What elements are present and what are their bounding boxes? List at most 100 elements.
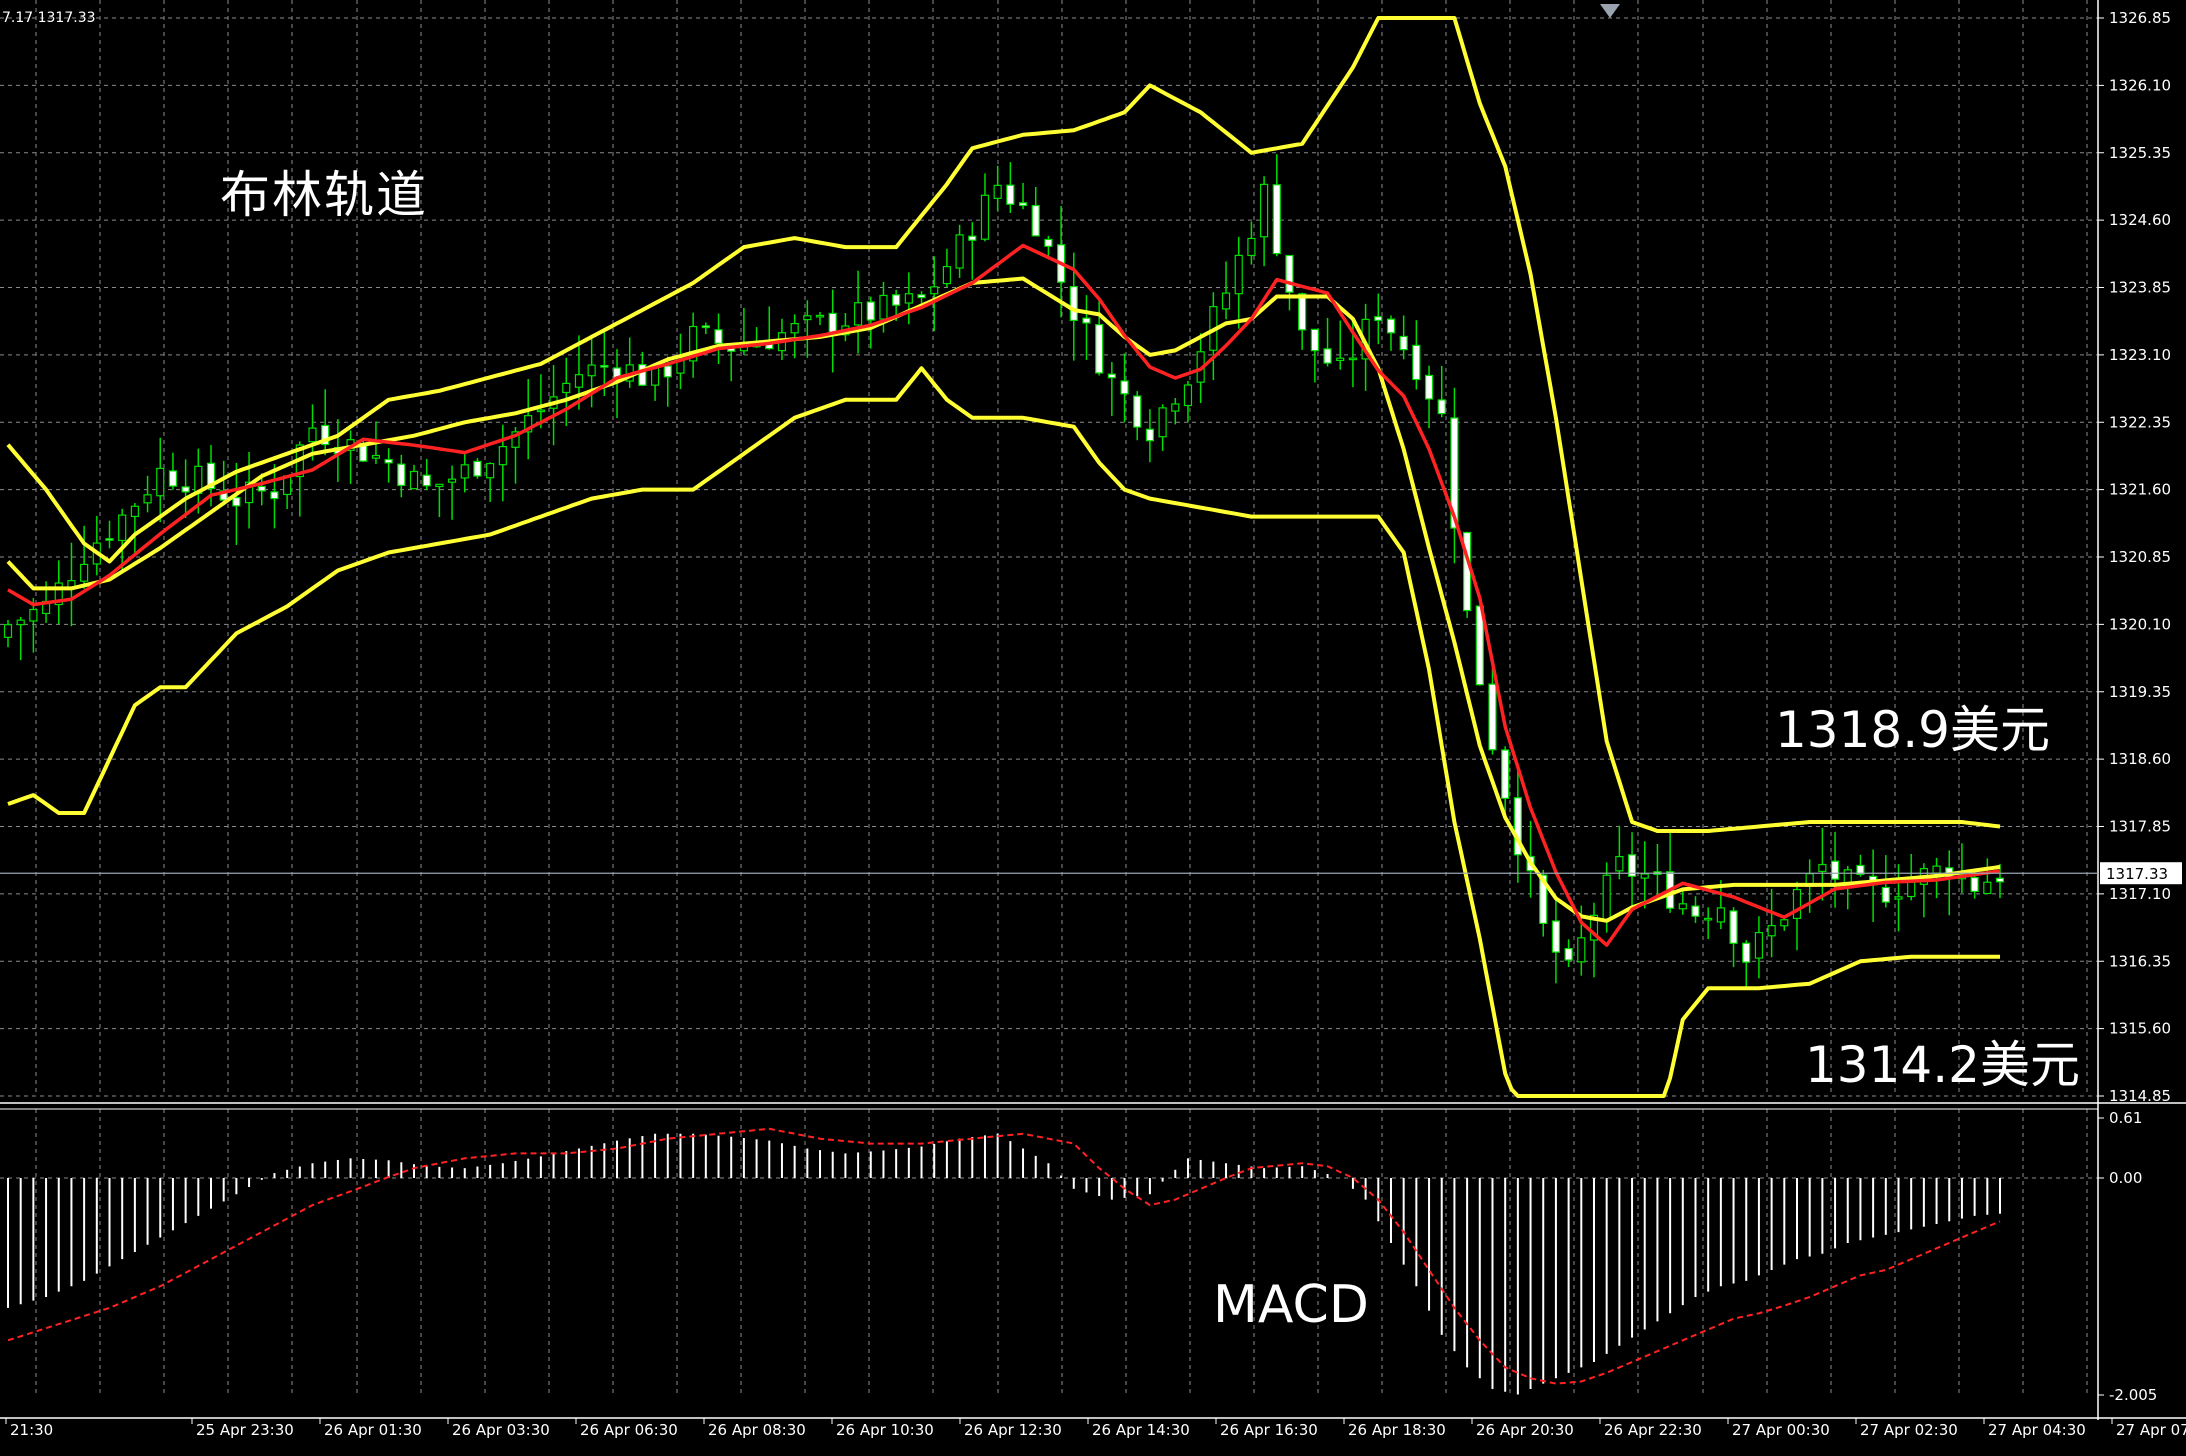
candle-body xyxy=(879,294,888,320)
price-axis-label: 1315.60 xyxy=(2109,1020,2171,1038)
price-axis-label: 1320.10 xyxy=(2109,615,2171,633)
price-axis-label: 1325.35 xyxy=(2109,144,2171,162)
candle-body xyxy=(1412,344,1421,381)
candle-body xyxy=(650,366,660,386)
candle-body xyxy=(1399,335,1408,351)
candle-body xyxy=(1386,318,1396,334)
candle-body xyxy=(1044,238,1053,247)
candle-body xyxy=(1729,910,1738,944)
candle-body xyxy=(1564,947,1573,961)
candle-body xyxy=(1615,855,1624,872)
candle-body xyxy=(80,563,89,582)
candle-body xyxy=(1082,317,1091,324)
candle-body xyxy=(1843,869,1852,885)
candle-body xyxy=(1970,876,1979,893)
upper-band-value: 1318.9美元 xyxy=(1775,701,2050,759)
time-axis-label: 26 Apr 22:30 xyxy=(1604,1421,1702,1439)
bollinger-title: 布林轨道 xyxy=(220,166,428,224)
candle-body xyxy=(1323,348,1332,364)
time-axis-label: 26 Apr 12:30 xyxy=(964,1421,1062,1439)
candle-body xyxy=(600,364,609,368)
candle-body xyxy=(447,478,457,483)
candle-body xyxy=(536,409,545,413)
time-axis-label: 26 Apr 16:30 xyxy=(1220,1421,1318,1439)
candle-body xyxy=(1577,937,1586,963)
candle-body xyxy=(1221,292,1231,310)
candle-body xyxy=(828,312,837,335)
candle-body xyxy=(1260,183,1269,238)
candle-body xyxy=(1031,204,1040,237)
candle-body xyxy=(473,460,482,477)
candle-body xyxy=(409,470,419,490)
price-axis-label: 1322.35 xyxy=(2109,413,2171,431)
candle-body xyxy=(1551,920,1561,953)
time-axis-label: 26 Apr 06:30 xyxy=(580,1421,678,1439)
price-axis-label: 1326.10 xyxy=(2109,76,2171,94)
candle-body xyxy=(1894,896,1903,900)
candle-body xyxy=(1285,254,1294,293)
candle-body xyxy=(1069,286,1078,322)
candle-body xyxy=(1704,917,1713,921)
candle-body xyxy=(1691,905,1700,917)
time-axis-label: 26 Apr 20:30 xyxy=(1476,1421,1574,1439)
candle-body xyxy=(1336,357,1345,362)
time-axis-label: 26 Apr 01:30 xyxy=(324,1421,422,1439)
candle-body xyxy=(1145,428,1155,442)
candle-body xyxy=(397,463,406,486)
candle-body xyxy=(1602,874,1611,921)
candle-body xyxy=(930,286,939,295)
candle-body xyxy=(422,474,431,487)
candle-body xyxy=(562,382,571,394)
candle-body xyxy=(143,494,152,504)
price-axis-label: 1323.85 xyxy=(2109,279,2171,297)
candle-body xyxy=(1348,357,1358,361)
candle-body xyxy=(803,315,812,321)
price-axis-label: 1317.85 xyxy=(2109,818,2171,836)
price-axis-label: 1326.85 xyxy=(2109,9,2171,27)
candle-body xyxy=(574,374,584,388)
candle-body xyxy=(1983,881,1992,895)
candle-body xyxy=(1133,395,1142,428)
candle-body xyxy=(1374,316,1383,321)
candle-body xyxy=(1881,886,1890,903)
candle-body xyxy=(270,491,279,500)
price-axis-label: 1319.35 xyxy=(2109,683,2171,701)
candle-body xyxy=(1120,380,1129,395)
candle-body xyxy=(714,329,723,344)
candle-body xyxy=(1437,399,1446,415)
candle-body xyxy=(1780,919,1789,927)
candle-body xyxy=(790,323,799,334)
price-axis-label: 1316.35 xyxy=(2109,952,2171,970)
candle-body xyxy=(118,514,127,542)
candle-body xyxy=(130,505,139,518)
time-axis-label: 26 Apr 08:30 xyxy=(708,1421,806,1439)
price-axis-label: 1317.10 xyxy=(2109,885,2171,903)
candle-body xyxy=(1107,373,1116,379)
candle-body xyxy=(1932,865,1941,874)
current-price-label: 1317.33 xyxy=(2106,865,2168,883)
candle-body xyxy=(3,624,13,638)
candle-body xyxy=(1678,903,1687,910)
candle-body xyxy=(1310,328,1319,352)
candle-body xyxy=(460,464,469,479)
ohlc-readout: 7.17 1317.33 xyxy=(2,10,96,26)
time-axis-label: 25 Apr 23:30 xyxy=(196,1421,294,1439)
time-axis-label: 27 Apr 04:30 xyxy=(1988,1421,2086,1439)
candle-body xyxy=(232,497,241,507)
candle-body xyxy=(498,446,507,466)
candle-body xyxy=(815,314,825,318)
time-axis-label: 27 Apr 07:15 xyxy=(2116,1421,2186,1439)
lower-band-value: 1314.2美元 xyxy=(1805,1036,2080,1094)
macd-title: MACD xyxy=(1213,1275,1369,1335)
candle-body xyxy=(917,294,926,299)
price-axis-label: 1323.10 xyxy=(2109,346,2171,364)
macd-axis-label: 0.61 xyxy=(2109,1109,2142,1127)
price-axis-label: 1318.60 xyxy=(2109,750,2171,768)
price-axis-label: 1321.60 xyxy=(2109,481,2171,499)
candle-body xyxy=(486,462,495,479)
candle-body xyxy=(1183,384,1193,407)
candle-body xyxy=(1018,202,1028,207)
candle-body xyxy=(168,470,178,487)
price-axis-label: 1324.60 xyxy=(2109,211,2171,229)
candle-body xyxy=(1792,888,1802,919)
